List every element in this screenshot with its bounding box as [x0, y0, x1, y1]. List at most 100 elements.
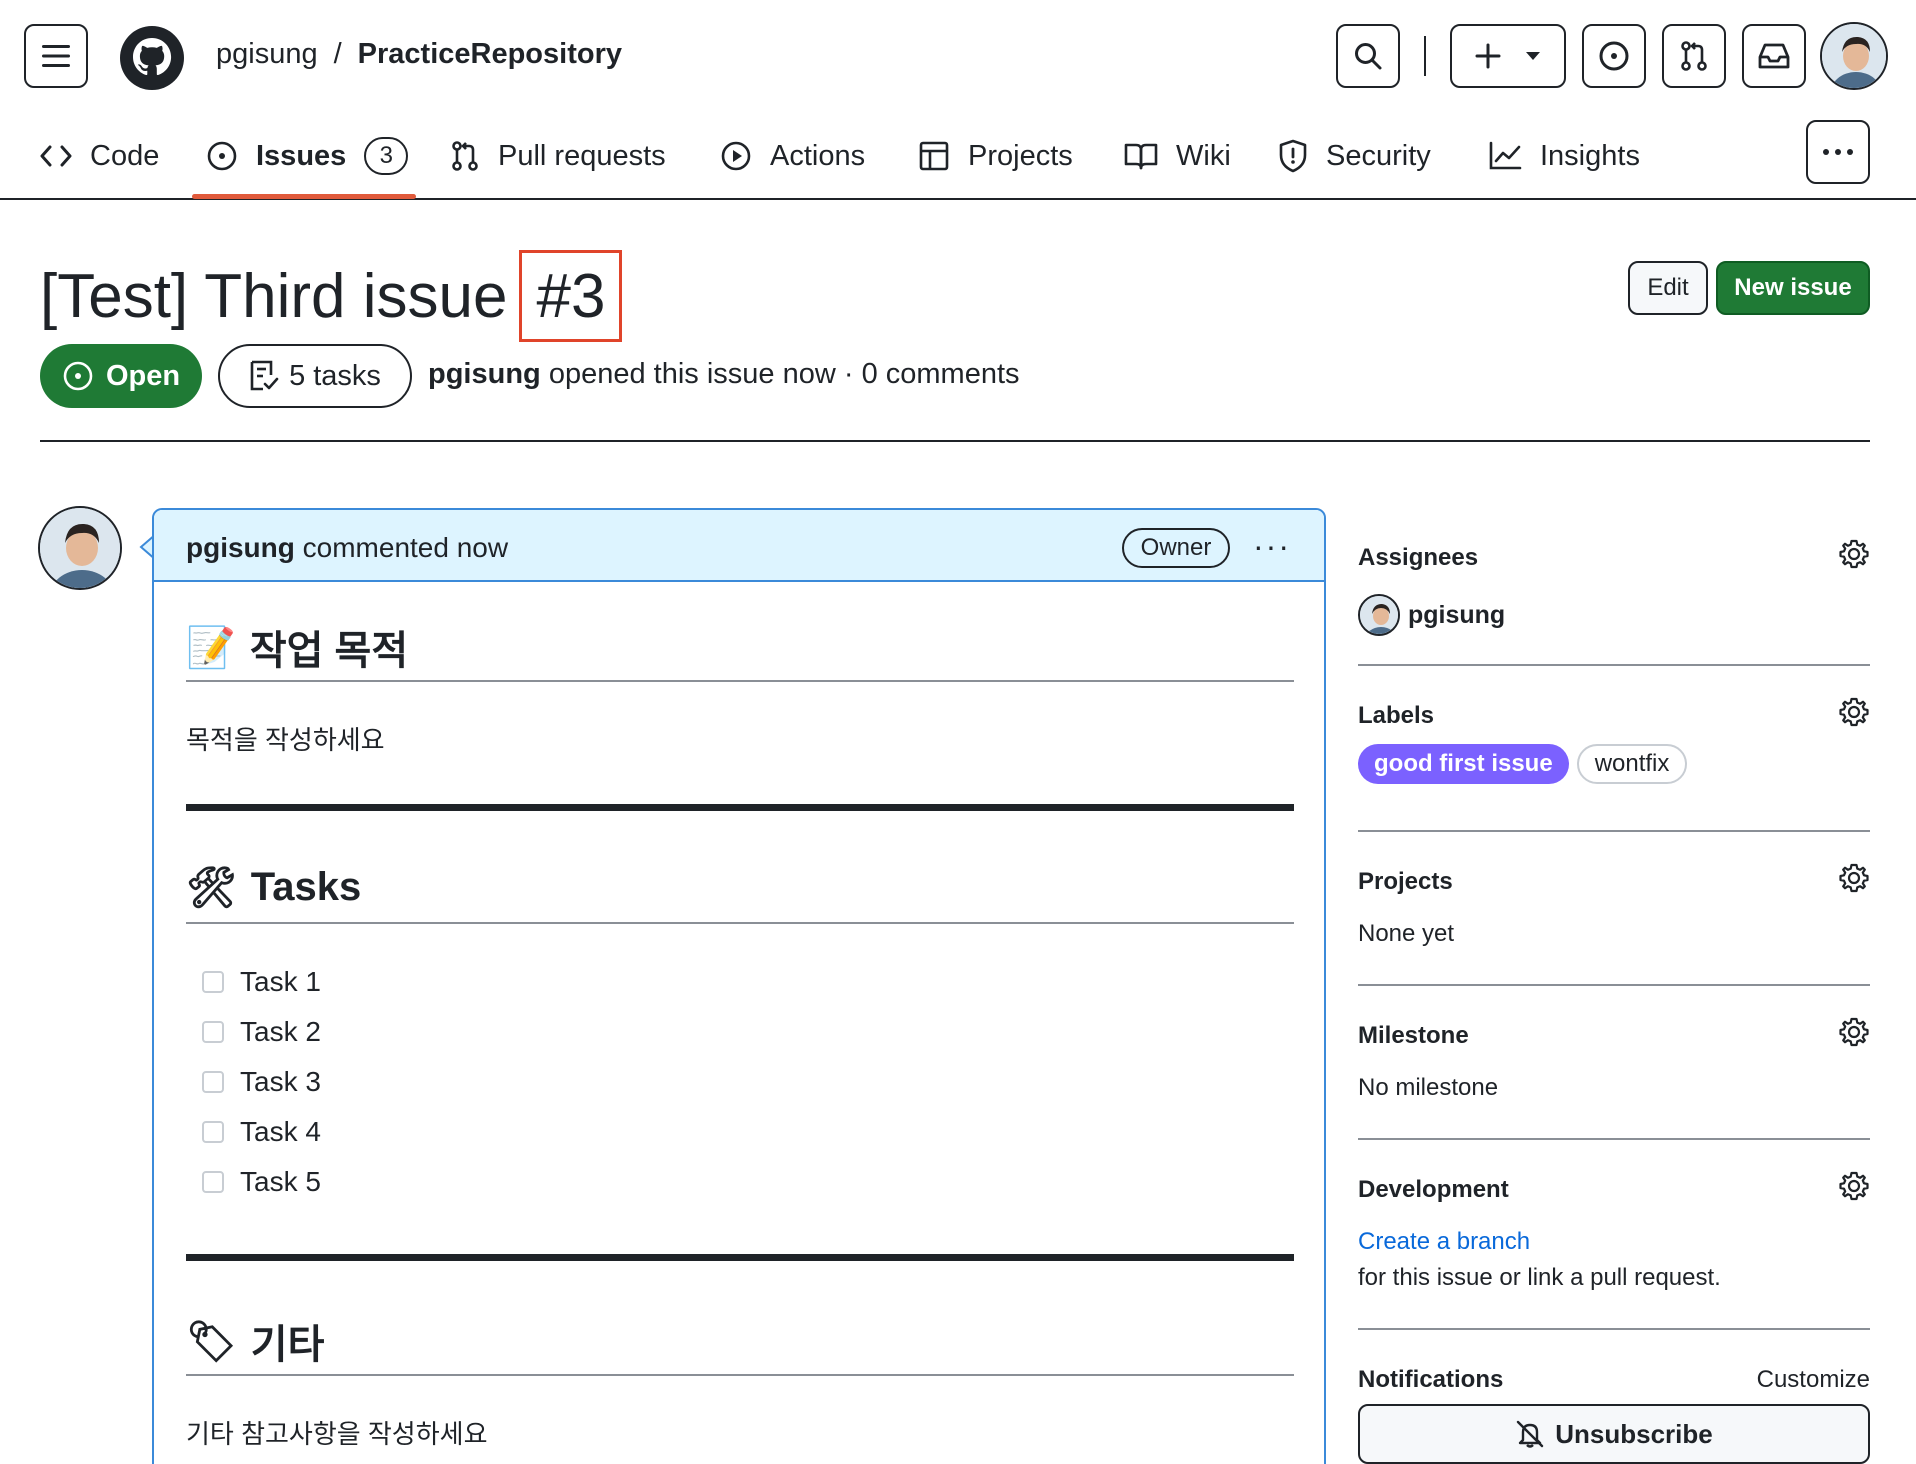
task-item: Task 3: [202, 1066, 321, 1098]
notifications-title: Notifications: [1358, 1366, 1504, 1393]
search-button[interactable]: [1336, 24, 1400, 88]
heading-underline: [186, 680, 1294, 682]
play-icon: [721, 141, 751, 171]
horizontal-rule: [186, 1254, 1294, 1261]
breadcrumb-repo-link[interactable]: PracticeRepository: [358, 38, 622, 71]
breadcrumb: pgisung / PracticeRepository: [216, 38, 622, 71]
shield-icon: [1279, 139, 1307, 173]
avatar-photo-icon: [40, 508, 120, 588]
gear-icon[interactable]: [1838, 538, 1870, 570]
sidebar-divider: [1358, 830, 1870, 832]
task-item: Task 4: [202, 1116, 321, 1148]
tab-security[interactable]: Security: [1278, 112, 1431, 200]
comment-author-link[interactable]: pgisung: [186, 532, 295, 563]
user-avatar[interactable]: [1820, 22, 1888, 90]
label-tag-icon: 🏷: [186, 1319, 237, 1364]
tab-pull-requests[interactable]: Pull requests: [450, 112, 666, 200]
label-good-first-issue[interactable]: good first issue: [1358, 744, 1569, 784]
breadcrumb-owner-link[interactable]: pgisung: [216, 38, 318, 71]
sidebar-divider: [1358, 984, 1870, 986]
triangle-down-icon: [1526, 52, 1540, 60]
kebab-horizontal-icon: [1823, 149, 1853, 155]
tab-actions[interactable]: Actions: [720, 112, 865, 200]
tab-pull-requests-label: Pull requests: [498, 139, 666, 172]
issue-comment: pgisung commented now Owner ··· 📝 작업 목적 …: [152, 508, 1326, 1464]
section-heading-purpose-text: 작업 목적: [249, 629, 409, 673]
breadcrumb-separator: /: [333, 38, 342, 70]
hamburger-icon: [42, 45, 70, 67]
milestone-title: Milestone: [1358, 1022, 1469, 1049]
sidebar-divider: [1358, 1138, 1870, 1140]
git-pull-request-icon: [452, 141, 478, 171]
issue-title: [Test] Third issue #3: [40, 250, 623, 342]
tab-wiki-label: Wiki: [1176, 139, 1231, 172]
gear-icon[interactable]: [1838, 1016, 1870, 1048]
task-label: Task 1: [240, 966, 321, 997]
comment-time[interactable]: commented now: [303, 532, 508, 563]
gear-icon[interactable]: [1838, 1170, 1870, 1202]
tab-issues[interactable]: Issues 3: [206, 112, 409, 200]
tab-code[interactable]: Code: [40, 112, 159, 200]
issue-meta-text: opened this issue now · 0 comments: [548, 358, 1020, 390]
task-label: Task 3: [240, 1066, 321, 1097]
inbox-icon: [1758, 43, 1790, 69]
create-new-button[interactable]: [1450, 24, 1566, 88]
sidebar-milestone: Milestone No milestone: [1358, 1017, 1870, 1122]
task-checkbox[interactable]: [202, 1121, 224, 1143]
sidebar-notifications: Notifications Customize Unsubscribe: [1358, 1366, 1870, 1464]
issue-author-link[interactable]: pgisung: [428, 358, 541, 390]
assignee-avatar: [1358, 594, 1400, 636]
gear-icon[interactable]: [1838, 862, 1870, 894]
assignee-item[interactable]: pgisung: [1358, 594, 1505, 636]
projects-title: Projects: [1358, 868, 1453, 895]
task-item: Task 2: [202, 1016, 321, 1048]
avatar-photo-icon: [1360, 596, 1398, 634]
issue-number: #3: [519, 250, 623, 342]
unsubscribe-label: Unsubscribe: [1555, 1418, 1713, 1449]
development-text: for this issue or link a pull request.: [1358, 1264, 1721, 1291]
section-heading-tasks: 🛠 Tasks: [186, 864, 361, 911]
checklist-icon: [250, 360, 279, 391]
github-logo-icon[interactable]: [118, 24, 186, 92]
graph-icon: [1489, 141, 1522, 170]
more-nav-button[interactable]: [1806, 120, 1870, 184]
issue-state-label: Open: [105, 359, 181, 392]
owner-badge: Owner: [1122, 528, 1230, 568]
menu-button[interactable]: [24, 24, 88, 88]
your-issues-button[interactable]: [1582, 24, 1646, 88]
tab-insights-label: Insights: [1540, 139, 1640, 172]
table-icon: [919, 141, 949, 171]
assignees-title: Assignees: [1358, 544, 1479, 571]
tab-projects[interactable]: Projects: [918, 112, 1073, 200]
global-header: pgisung / PracticeRepository: [0, 0, 1916, 112]
heading-underline: [186, 922, 1294, 924]
issue-meta: pgisung opened this issue now · 0 commen…: [428, 358, 1020, 391]
new-issue-button[interactable]: New issue: [1716, 261, 1870, 315]
task-label: Task 4: [240, 1116, 321, 1147]
tasks-progress-button[interactable]: 5 tasks: [218, 344, 412, 408]
task-checkbox[interactable]: [202, 1071, 224, 1093]
tab-actions-label: Actions: [770, 139, 866, 172]
task-checkbox[interactable]: [202, 1171, 224, 1193]
sidebar-divider: [1358, 1328, 1870, 1330]
issue-opened-icon: [1599, 41, 1629, 71]
tab-security-label: Security: [1326, 139, 1431, 172]
task-checkbox[interactable]: [202, 1021, 224, 1043]
your-pull-requests-button[interactable]: [1662, 24, 1726, 88]
create-branch-link[interactable]: Create a branch: [1358, 1228, 1530, 1256]
book-icon: [1124, 143, 1158, 170]
tab-insights[interactable]: Insights: [1488, 112, 1640, 200]
label-wontfix[interactable]: wontfix: [1576, 744, 1688, 784]
customize-link[interactable]: Customize: [1757, 1366, 1870, 1394]
task-checkbox[interactable]: [202, 971, 224, 993]
unsubscribe-button[interactable]: Unsubscribe: [1358, 1404, 1870, 1464]
comment-author-avatar[interactable]: [38, 506, 122, 590]
gear-icon[interactable]: [1838, 696, 1870, 728]
memo-icon: 📝: [186, 625, 236, 670]
tab-wiki[interactable]: Wiki: [1124, 112, 1231, 200]
inbox-button[interactable]: [1742, 24, 1806, 88]
task-item: Task 5: [202, 1166, 321, 1198]
issue-opened-icon: [207, 141, 237, 171]
edit-button[interactable]: Edit: [1628, 261, 1708, 315]
comment-options-button[interactable]: ···: [1252, 528, 1292, 564]
